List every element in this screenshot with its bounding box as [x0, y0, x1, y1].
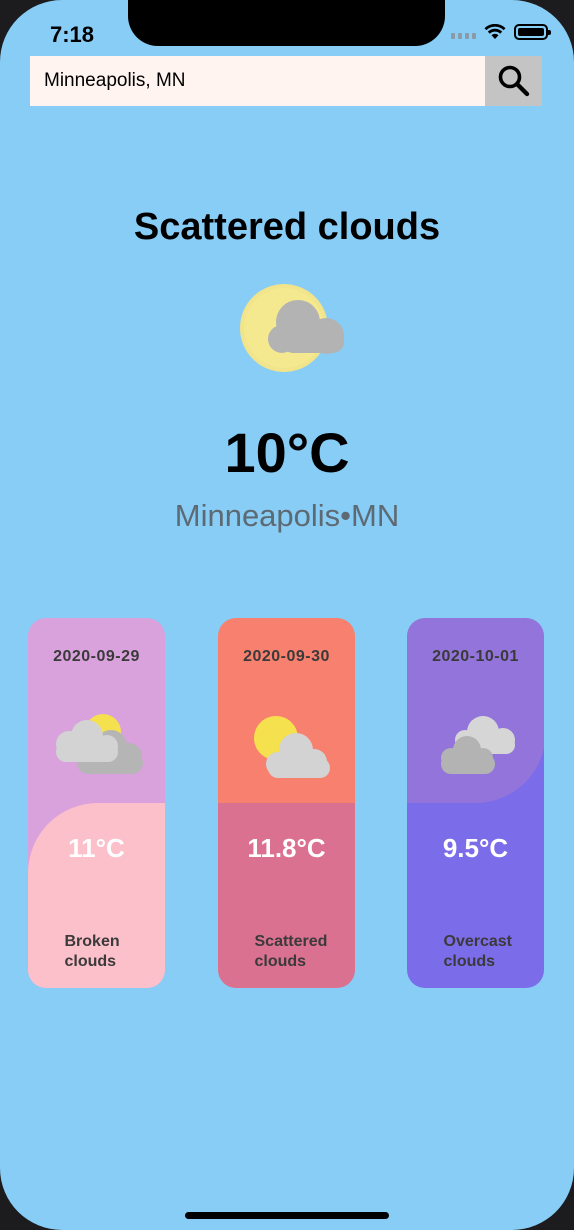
forecast-date: 2020-09-30 [243, 648, 330, 665]
forecast-temperature: 11.8°C [247, 833, 326, 863]
forecast-description: Scattered clouds [254, 933, 328, 970]
forecast-date: 2020-09-29 [53, 648, 140, 665]
wifi-icon [484, 24, 506, 39]
broken-clouds-icon [55, 714, 143, 774]
search-icon [498, 65, 529, 97]
current-condition: Scattered clouds [133, 206, 441, 248]
overcast-clouds-icon [440, 716, 515, 774]
forecast-temperature: 9.5°C [442, 833, 509, 863]
forecast-card[interactable]: 2020-09-30 11.8°C Scattered clouds [218, 618, 355, 988]
device-notch [128, 0, 445, 46]
sun-behind-cloud-icon [240, 284, 344, 372]
forecast-date: 2020-10-01 [432, 648, 519, 665]
search-input[interactable] [30, 56, 485, 106]
forecast-card[interactable]: 2020-10-01 9.5°C Overcast clouds [407, 618, 544, 988]
forecast-card[interactable]: 2020-09-29 11°C Broken clouds [28, 618, 165, 988]
home-indicator[interactable] [185, 1212, 389, 1219]
app-screen: 7:18 Scattered clouds 10°C Minneapol [0, 0, 574, 1230]
forecast-description: Overcast clouds [443, 933, 513, 970]
current-temperature: 10°C [224, 421, 350, 484]
forecast-description: Broken clouds [64, 933, 120, 970]
status-icons [451, 24, 551, 40]
current-location: Minneapolis•MN [174, 498, 400, 533]
search-button[interactable] [485, 56, 542, 106]
battery-icon [514, 24, 551, 40]
cellular-signal-icon [451, 25, 476, 39]
forecast-temperature: 11°C [68, 833, 125, 863]
scattered-clouds-icon [253, 716, 330, 778]
search-bar [30, 56, 542, 106]
status-time: 7:18 [50, 22, 95, 47]
